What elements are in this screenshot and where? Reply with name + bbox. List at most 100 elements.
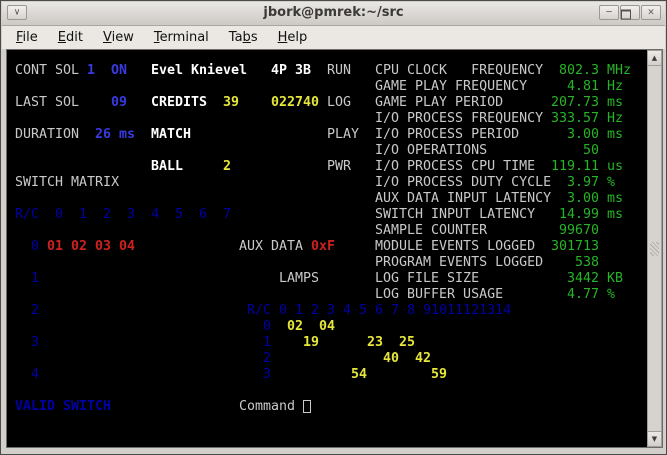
close-button[interactable]: × [641,5,661,20]
terminal-text: LOG BUFFER USAGE [375,287,504,302]
menu-item-tabs[interactable]: Tabs [223,28,264,47]
terminal-text: 4.81 [567,79,600,94]
terminal-text: 2 [31,303,40,318]
terminal-text: CREDITS [151,95,208,110]
close-icon: × [647,7,655,18]
terminal-text: MODULE EVENTS LOGGED [375,239,536,254]
menu-item-file[interactable]: File [10,28,44,47]
title-bar[interactable]: ∨ jbork@pmrek:~/src − × [2,2,665,26]
terminal-text: R/C [15,207,40,222]
terminal-text: I/O PROCESS FREQUENCY [375,111,544,126]
minimize-icon: − [605,7,613,18]
terminal-text: 1 [263,335,272,350]
terminal-text: ON [111,63,128,78]
terminal-text: SWITCH MATRIX [15,175,120,190]
terminal-text: 01 [47,239,64,254]
terminal-text: GAME PLAY PERIOD [375,95,504,110]
terminal-text: I/O PROCESS PERIOD [375,127,520,142]
scrollbar-grip-icon [650,241,659,256]
terminal-text: 1 [31,271,40,286]
terminal-text: LOG [327,95,352,110]
terminal-window: ∨ jbork@pmrek:~/src − × File Edit View Term… [0,0,667,455]
terminal-text: 0 [263,319,272,334]
terminal-text: MHz [607,63,632,78]
terminal-text: PLAY [327,127,360,142]
terminal-text: CONT SOL [15,63,80,78]
scrollbar-thumb[interactable] [647,66,662,431]
terminal-text: Hz [607,79,624,94]
terminal-text: 23 [367,335,384,350]
terminal-text: 3442 [567,271,600,286]
terminal-text: 03 [95,239,112,254]
terminal-text: AUX DATA INPUT LATENCY [375,191,552,206]
menu-item-edit[interactable]: Edit [52,28,89,47]
terminal-text: 0 1 2 3 4 5 6 7 [55,207,232,222]
terminal-text: 1 [87,63,96,78]
terminal-text: 59 [431,367,448,382]
terminal-text: ms [119,127,136,142]
terminal-text: 3 [263,367,272,382]
terminal-text: 09 [111,95,128,110]
terminal-text: BALL [151,159,184,174]
terminal-text: MATCH [151,127,192,142]
terminal-text: 04 [319,319,336,334]
terminal-text: 4P 3B [271,63,312,78]
scrollbar[interactable]: ▲ ▼ [647,50,662,447]
terminal-text: 0xF [311,239,336,254]
minimize-button[interactable]: − [599,5,619,20]
terminal-text: I/O PROCESS DUTY CYCLE [375,175,552,190]
maximize-button[interactable] [620,5,640,20]
terminal-text: I/O PROCESS CPU TIME [375,159,536,174]
terminal-text: SAMPLE COUNTER [375,223,488,238]
scroll-up-button[interactable]: ▲ [647,50,662,66]
terminal-text: 3 [31,335,40,350]
terminal-text: Command [239,399,296,414]
terminal-text: 54 [351,367,368,382]
terminal-text: 19 [303,335,320,350]
terminal-text: ms [607,191,624,206]
terminal-text: AUX DATA [239,239,304,254]
terminal-text: LOG FILE SIZE [375,271,480,286]
terminal-text: DURATION [15,127,80,142]
terminal-text: 42 [415,351,432,366]
scroll-down-button[interactable]: ▼ [647,431,662,447]
terminal-text: 14.99 [559,207,600,222]
terminal-text: PWR [327,159,352,174]
menu-bar: File Edit View Terminal Tabs Help [2,26,665,49]
terminal-text: 50 [583,143,600,158]
terminal-text: % [607,175,616,190]
terminal-text: ms [607,127,624,142]
terminal-text: RUN [327,63,352,78]
terminal-text: R/C [247,303,272,318]
terminal-text: 02 [287,319,304,334]
terminal-screen[interactable]: CONT SOL 1 ON Evel Knievel 4P 3B RUN CPU CLOCK… [7,50,647,447]
terminal-text: 3.97 [567,175,600,190]
terminal-text: VALID SWITCH [15,399,112,414]
terminal-text: 538 [575,255,600,270]
terminal-text: 022740 [271,95,320,110]
menu-item-view[interactable]: View [97,28,140,47]
terminal-text: PROGRAM EVENTS LOGGED [375,255,544,270]
terminal-text: 2 [223,159,232,174]
terminal-text: 04 [119,239,136,254]
menu-item-help[interactable]: Help [272,28,314,47]
terminal-text: CPU CLOCK FREQUENCY [375,63,544,78]
terminal-text: 3.00 [567,191,600,206]
terminal-text: LAMPS [279,271,320,286]
terminal-text: 4.77 [567,287,600,302]
terminal-text: 301713 [551,239,600,254]
terminal-text: Hz [607,111,624,126]
terminal-text: 02 [71,239,88,254]
terminal-text: 0 [31,239,40,254]
terminal-text: I/O OPERATIONS [375,143,488,158]
terminal-cursor [303,400,311,413]
terminal-text: 26 [95,127,112,142]
terminal-text: ms [607,207,624,222]
terminal-text: 119.11 [551,159,600,174]
menu-item-terminal[interactable]: Terminal [148,28,215,47]
terminal-text: 25 [399,335,416,350]
maximize-icon [621,9,631,20]
terminal-widget: CONT SOL 1 ON Evel Knievel 4P 3B RUN CPU CLOCK… [6,49,663,448]
terminal-text: 333.57 [551,111,600,126]
terminal-text: GAME PLAY FREQUENCY [375,79,528,94]
